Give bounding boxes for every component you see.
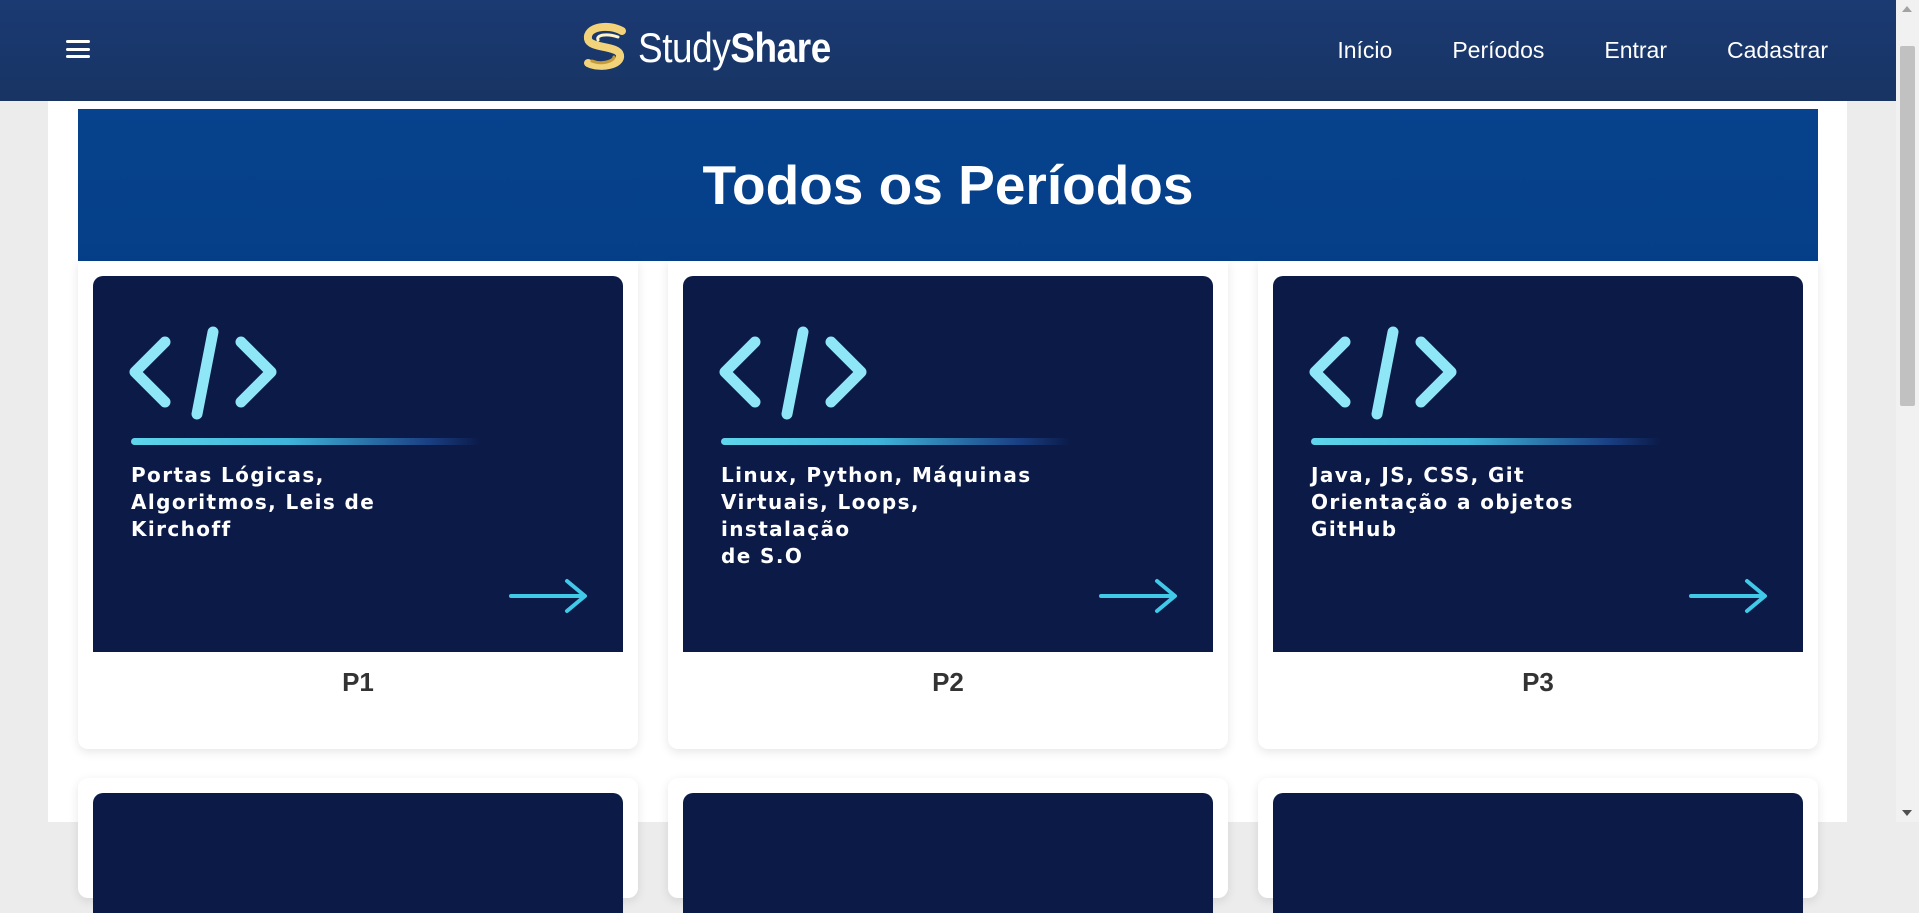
period-card-row2-3[interactable] (1258, 778, 1818, 913)
brand-name: StudyShare (638, 24, 831, 71)
top-navbar: StudyShare Início Períodos Entrar Cadast… (0, 0, 1896, 101)
nav-link-cadastrar[interactable]: Cadastrar (1727, 37, 1828, 64)
scroll-thumb[interactable] (1900, 46, 1915, 406)
card-image: Linux, Python, Máquinas Virtuais, Loops,… (683, 276, 1213, 652)
card-image (93, 793, 623, 913)
brand-logo[interactable]: StudyShare (578, 18, 857, 78)
studyshare-logo-icon (584, 22, 626, 70)
card-image (683, 793, 1213, 913)
card-title: P1 (342, 667, 374, 697)
card-description: Portas Lógicas, Algoritmos, Leis de Kirc… (131, 463, 376, 541)
card-image: Java, JS, CSS, Git Orientação a objetos … (1273, 276, 1803, 652)
period-card-p3[interactable]: Java, JS, CSS, Git Orientação a objetos … (1258, 261, 1818, 749)
card-title: P3 (1522, 667, 1554, 697)
period-card-row2-1[interactable] (78, 778, 638, 913)
arrow-right-icon (1689, 579, 1767, 613)
card-divider-line (1311, 438, 1661, 445)
code-brackets-icon (719, 326, 867, 420)
code-brackets-icon (1309, 326, 1457, 420)
arrow-right-icon (509, 579, 587, 613)
period-card-row2-2[interactable] (668, 778, 1228, 913)
card-divider-line (721, 438, 1071, 445)
page-scrollbar[interactable] (1896, 0, 1919, 822)
card-description: Java, JS, CSS, Git Orientação a objetos … (1311, 463, 1574, 541)
nav-link-entrar[interactable]: Entrar (1604, 37, 1667, 64)
card-description: Linux, Python, Máquinas Virtuais, Loops,… (721, 463, 1032, 568)
card-divider-line (131, 438, 481, 445)
card-title: P2 (932, 667, 964, 697)
scroll-up-icon[interactable] (1902, 6, 1912, 12)
code-brackets-icon (129, 326, 277, 420)
period-card-p1[interactable]: Portas Lógicas, Algoritmos, Leis de Kirc… (78, 261, 638, 749)
card-image (1273, 793, 1803, 913)
arrow-right-icon (1099, 579, 1177, 613)
nav-links: Início Períodos Entrar Cadastrar (1337, 0, 1828, 101)
page-title: Todos os Períodos (702, 154, 1194, 216)
scroll-down-icon[interactable] (1902, 810, 1912, 816)
nav-link-inicio[interactable]: Início (1337, 37, 1392, 64)
hamburger-menu-icon[interactable] (66, 38, 90, 60)
period-card-p2[interactable]: Linux, Python, Máquinas Virtuais, Loops,… (668, 261, 1228, 749)
page-header-banner: Todos os Períodos (78, 109, 1818, 261)
card-image: Portas Lógicas, Algoritmos, Leis de Kirc… (93, 276, 623, 652)
nav-link-periodos[interactable]: Períodos (1452, 37, 1544, 64)
